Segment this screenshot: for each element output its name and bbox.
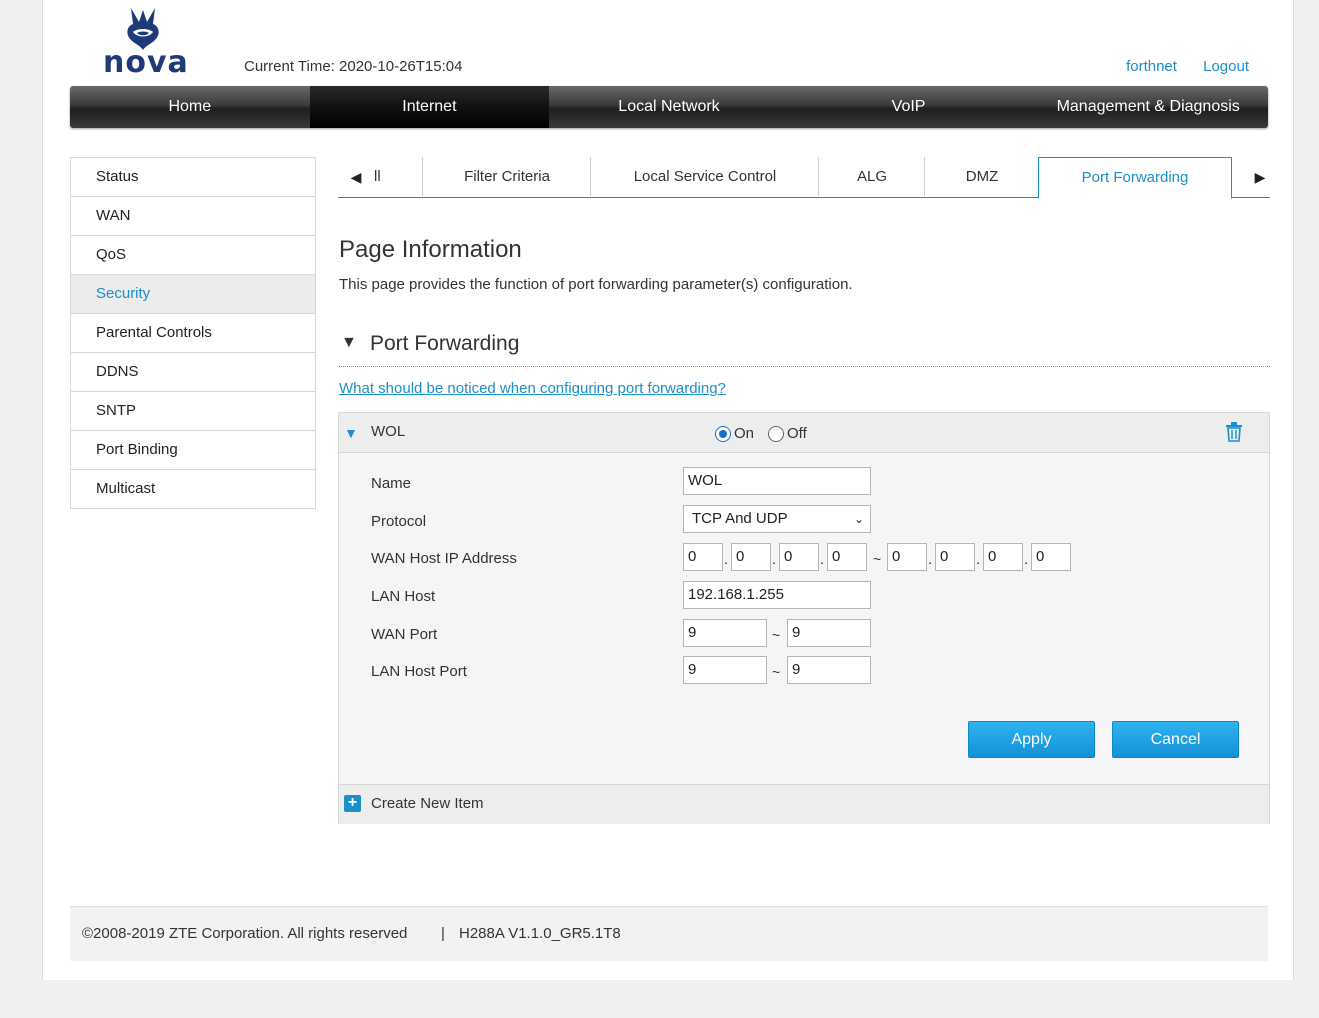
- range-tilde: ~: [772, 664, 781, 680]
- cancel-button[interactable]: Cancel: [1112, 721, 1239, 758]
- tab-truncated[interactable]: ll: [374, 157, 422, 196]
- logo-text: nova: [103, 45, 189, 80]
- plus-icon[interactable]: +: [344, 795, 361, 812]
- rule-card: ▼ WOL On Off Name WOL Protocol TCP And U…: [338, 412, 1270, 824]
- tab-filter-criteria[interactable]: Filter Criteria: [422, 157, 591, 196]
- sidebar-item-parental-controls[interactable]: Parental Controls: [71, 314, 315, 353]
- rule-collapse-icon[interactable]: ▼: [344, 425, 358, 441]
- lan-host-label: LAN Host: [371, 588, 436, 605]
- wan-ip-end-octet-3[interactable]: 0: [983, 543, 1023, 571]
- ip-dot: .: [1024, 551, 1029, 568]
- page-info-description: This page provides the function of port …: [339, 276, 853, 293]
- lan-host-input[interactable]: 192.168.1.255: [683, 581, 871, 609]
- lan-port-end-input[interactable]: 9: [787, 656, 871, 684]
- tab-local-service-control[interactable]: Local Service Control: [590, 157, 819, 196]
- lan-port-label: LAN Host Port: [371, 663, 467, 680]
- footer-separator: |: [441, 925, 445, 942]
- tab-port-forwarding[interactable]: Port Forwarding: [1038, 157, 1232, 199]
- collapse-triangle-icon[interactable]: ▼: [341, 334, 357, 352]
- chevron-down-icon: ⌄: [853, 512, 864, 526]
- username-link[interactable]: forthnet: [1126, 58, 1177, 75]
- nav-internet[interactable]: Internet: [309, 86, 550, 128]
- sidebar-item-port-binding[interactable]: Port Binding: [71, 431, 315, 470]
- nav-local-network[interactable]: Local Network: [549, 86, 789, 128]
- wan-ip-start-octet-3[interactable]: 0: [779, 543, 819, 571]
- radio-on[interactable]: [715, 425, 731, 442]
- wan-port-label: WAN Port: [371, 626, 438, 643]
- name-input[interactable]: WOL: [683, 467, 871, 495]
- ip-dot: .: [976, 551, 981, 568]
- sidebar-item-ddns[interactable]: DDNS: [71, 353, 315, 392]
- tab-scroll-right-icon[interactable]: ▶: [1242, 157, 1278, 197]
- wan-ip-label: WAN Host IP Address: [371, 550, 517, 567]
- page-container: nova Current Time: 2020-10-26T15:04 fort…: [42, 0, 1294, 980]
- user-links: forthnet Logout: [1104, 58, 1249, 75]
- wan-ip-start-octet-1[interactable]: 0: [683, 543, 723, 571]
- sidebar-item-status[interactable]: Status: [71, 158, 315, 197]
- wan-ip-end-octet-1[interactable]: 0: [887, 543, 927, 571]
- nav-voip[interactable]: VoIP: [789, 86, 1029, 128]
- enable-radio-group: On Off: [715, 425, 821, 442]
- protocol-value: TCP And UDP: [692, 510, 788, 527]
- trash-icon[interactable]: [1225, 422, 1243, 442]
- sidebar: Status WAN QoS Security Parental Control…: [70, 157, 316, 509]
- wan-ip-end-octet-4[interactable]: 0: [1031, 543, 1071, 571]
- wan-port-start-input[interactable]: 9: [683, 619, 767, 647]
- ip-dot: .: [724, 551, 729, 568]
- rule-name: WOL: [371, 423, 406, 440]
- radio-off[interactable]: [768, 425, 785, 442]
- top-navigation: Home Internet Local Network VoIP Managem…: [70, 86, 1268, 128]
- logout-link[interactable]: Logout: [1203, 58, 1249, 75]
- section-title: Port Forwarding: [370, 332, 520, 355]
- wan-ip-start-octet-4[interactable]: 0: [827, 543, 867, 571]
- sidebar-item-sntp[interactable]: SNTP: [71, 392, 315, 431]
- tab-scroll-left-icon[interactable]: ◀: [338, 157, 374, 197]
- create-new-item-label[interactable]: Create New Item: [371, 795, 484, 812]
- current-time: Current Time: 2020-10-26T15:04: [244, 58, 463, 75]
- range-tilde: ~: [873, 551, 882, 567]
- notice-help-link[interactable]: What should be noticed when configuring …: [339, 380, 726, 397]
- apply-button[interactable]: Apply: [968, 721, 1095, 758]
- name-label: Name: [371, 475, 412, 492]
- nova-logo[interactable]: nova: [103, 4, 189, 80]
- ip-dot: .: [772, 551, 777, 568]
- footer-version: H288A V1.1.0_GR5.1T8: [459, 925, 621, 942]
- sidebar-item-wan[interactable]: WAN: [71, 197, 315, 236]
- rule-header: ▼ WOL On Off: [339, 413, 1269, 453]
- sidebar-item-security[interactable]: Security: [71, 275, 315, 314]
- wan-ip-start-octet-2[interactable]: 0: [731, 543, 771, 571]
- footer-copyright: ©2008-2019 ZTE Corporation. All rights r…: [82, 925, 408, 942]
- ip-dot: .: [820, 551, 825, 568]
- wan-ip-end-octet-2[interactable]: 0: [935, 543, 975, 571]
- ip-dot: .: [928, 551, 933, 568]
- wan-port-end-input[interactable]: 9: [787, 619, 871, 647]
- protocol-label: Protocol: [371, 513, 427, 530]
- sidebar-item-multicast[interactable]: Multicast: [71, 470, 315, 508]
- tab-dmz[interactable]: DMZ: [924, 157, 1040, 196]
- footer: ©2008-2019 ZTE Corporation. All rights r…: [70, 906, 1268, 961]
- page-info-title: Page Information: [339, 236, 522, 263]
- section-header[interactable]: ▼ Port Forwarding: [339, 330, 1270, 367]
- tab-alg[interactable]: ALG: [818, 157, 925, 196]
- radio-off-label: Off: [787, 425, 807, 442]
- rule-form: Name WOL Protocol TCP And UDP ⌄ WAN Host…: [339, 453, 1269, 783]
- protocol-select[interactable]: TCP And UDP ⌄: [683, 505, 871, 533]
- nav-management-diagnosis[interactable]: Management & Diagnosis: [1028, 86, 1268, 128]
- create-new-item-row[interactable]: + Create New Item: [339, 784, 1269, 824]
- lan-port-start-input[interactable]: 9: [683, 656, 767, 684]
- tab-bar: ◀ ll Filter Criteria Local Service Contr…: [338, 157, 1270, 199]
- nav-home[interactable]: Home: [70, 86, 310, 128]
- radio-on-label: On: [734, 425, 755, 442]
- sidebar-item-qos[interactable]: QoS: [71, 236, 315, 275]
- range-tilde: ~: [772, 627, 781, 643]
